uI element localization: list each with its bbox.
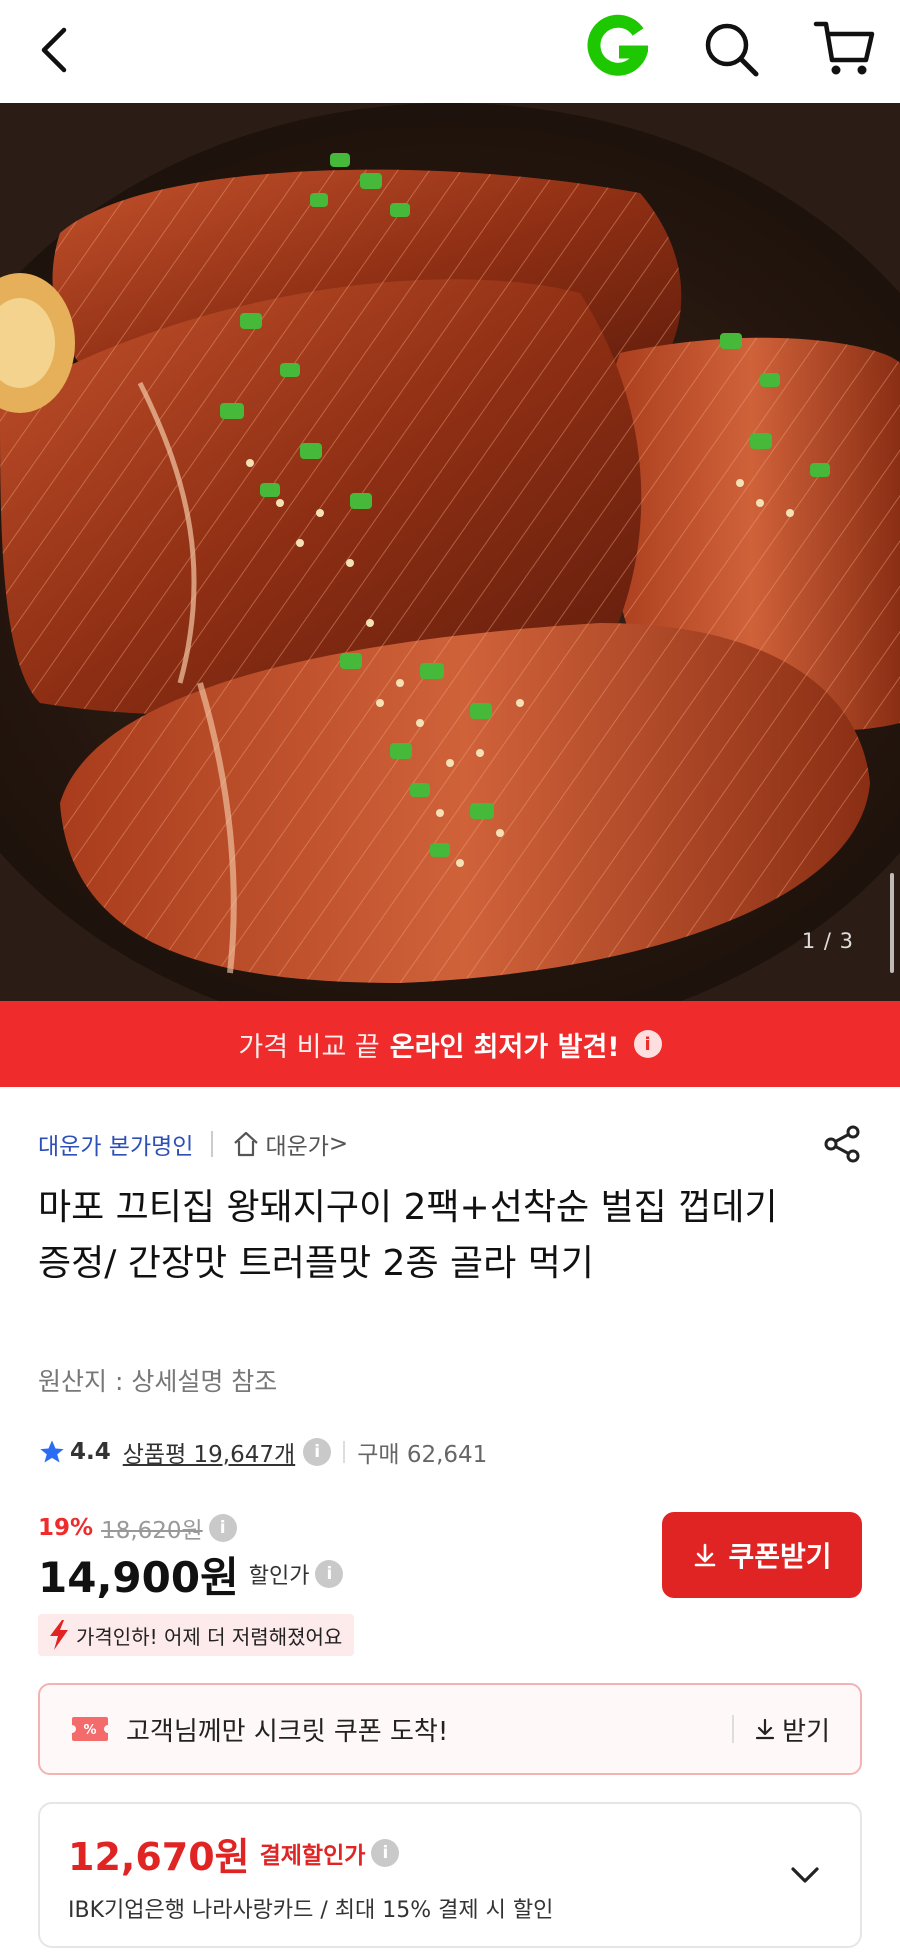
coupon-tag-icon: %	[72, 1717, 108, 1741]
divider	[343, 1441, 346, 1463]
rating-value: 4.4	[70, 1439, 111, 1465]
home-icon	[234, 1131, 259, 1157]
sale-price: 14,900원	[38, 1552, 239, 1602]
info-icon[interactable]: i	[208, 1514, 237, 1542]
lightning-down-icon	[50, 1620, 68, 1650]
price-drop-notice: 가격인하! 어제 더 저렴해졌어요	[38, 1614, 355, 1656]
banner-highlight: 온라인 최저가 발견!	[389, 1031, 620, 1063]
sale-price-label: 할인가	[248, 1564, 310, 1589]
cart-icon[interactable]	[810, 14, 878, 82]
product-title: 마포 끄티집 왕돼지구이 2팩+선착순 벌집 껍데기 증정/ 간장맛 트러플맛 …	[38, 1187, 778, 1284]
price-drop-pill: 가격인하! 어제 더 저렴해졌어요	[38, 1614, 355, 1656]
product-origin: 원산지 : 상세설명 참조	[38, 1367, 278, 1396]
gmarket-logo-icon[interactable]	[586, 14, 648, 80]
divider	[732, 1715, 735, 1743]
share-icon[interactable]	[820, 1122, 864, 1166]
secret-coupon-text: 고객님께만 시크릿 쿠폰 도착!	[126, 1716, 449, 1747]
get-coupon-button[interactable]: 쿠폰받기	[662, 1512, 862, 1598]
payment-discount-description: IBK기업은행 나라사랑카드 / 최대 15% 결제 시 할인	[68, 1898, 554, 1923]
reviews-link[interactable]: 상품평 19,647개	[123, 1435, 295, 1469]
price-drop-text: 가격인하! 어제 더 저렴해졌어요	[76, 1624, 343, 1649]
info-icon[interactable]: i	[303, 1438, 332, 1466]
coupon-button-label: 쿠폰받기	[728, 1540, 832, 1573]
receive-coupon-button[interactable]: 받기	[754, 1711, 830, 1748]
rating-row: 4.4 상품평 19,647개 i 구매 62,641	[38, 1432, 487, 1472]
image-counter: 1 / 3	[801, 929, 854, 953]
payment-discount-price: 12,670원	[68, 1834, 250, 1879]
divider	[211, 1131, 214, 1157]
discount-percent: 19%	[38, 1515, 94, 1541]
info-icon[interactable]: i	[371, 1839, 400, 1867]
seller-name-link[interactable]: 대운가 본가명인	[38, 1127, 193, 1161]
chevron-down-icon[interactable]	[786, 1856, 824, 1894]
chevron-left-icon[interactable]	[30, 18, 80, 82]
download-icon	[756, 1718, 775, 1740]
product-image-gallery[interactable]: 1 / 3	[0, 103, 900, 1001]
banner-text: 가격 비교 끝	[238, 1031, 380, 1063]
discount-row: 19% 18,620원 i	[38, 1510, 237, 1546]
payment-discount-label: 결제할인가	[259, 1843, 366, 1869]
store-home-link[interactable]: 대운가 >	[231, 1127, 348, 1161]
price-row: 14,900원 할인가 i	[38, 1546, 344, 1602]
gallery-scroll-indicator	[890, 873, 894, 973]
seller-info: 대운가 본가명인 대운가 >	[38, 1124, 348, 1164]
secret-coupon-box[interactable]: % 고객님께만 시크릿 쿠폰 도착! 받기	[38, 1683, 862, 1775]
store-name: 대운가	[265, 1134, 329, 1160]
chevron-right-icon: >	[328, 1131, 349, 1157]
star-icon	[40, 1440, 64, 1463]
coupon-tag-symbol: %	[83, 1723, 96, 1738]
info-icon[interactable]: i	[315, 1560, 344, 1588]
search-icon[interactable]	[700, 18, 764, 82]
product-photo-grilled-pork	[0, 103, 900, 1001]
top-app-bar	[0, 0, 900, 103]
info-icon[interactable]: i	[633, 1030, 662, 1058]
payment-price-row: 12,670원 결제할인가 i	[68, 1828, 400, 1879]
receive-label: 받기	[782, 1716, 830, 1747]
download-icon	[695, 1543, 716, 1567]
original-price: 18,620원	[101, 1518, 203, 1544]
lowest-price-banner[interactable]: 가격 비교 끝 온라인 최저가 발견! i	[0, 1001, 900, 1087]
purchase-count: 구매 62,641	[357, 1442, 488, 1468]
payment-discount-box[interactable]: 12,670원 결제할인가 i IBK기업은행 나라사랑카드 / 최대 15% …	[38, 1802, 862, 1948]
